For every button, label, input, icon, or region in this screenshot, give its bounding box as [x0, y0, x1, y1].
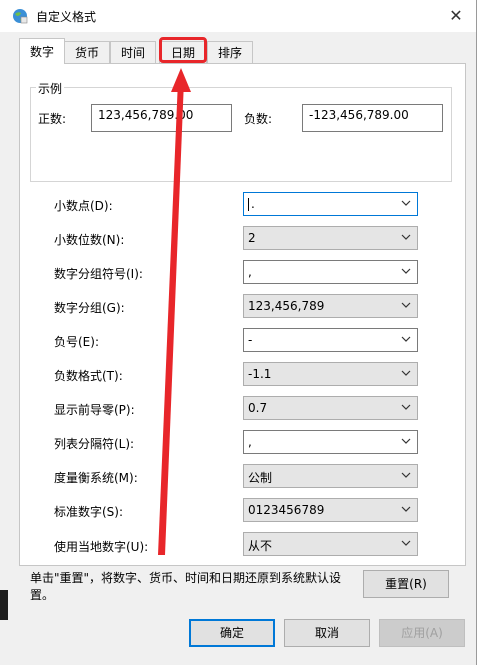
date-tab-highlight-box [159, 37, 207, 63]
tab-sort[interactable]: 排序 [207, 41, 253, 63]
window-title: 自定义格式 [36, 10, 97, 24]
leading-zero-combo[interactable]: 0.7 [243, 396, 418, 420]
tab-numbers[interactable]: 数字 [19, 38, 65, 64]
background-window-edge [0, 590, 8, 620]
negative-label: 负数: [244, 112, 273, 126]
tab-time[interactable]: 时间 [110, 41, 156, 63]
chevron-down-icon[interactable] [401, 265, 411, 277]
chevron-down-icon[interactable] [401, 435, 411, 447]
cancel-button[interactable]: 取消 [284, 619, 370, 647]
reset-description: 单击"重置"，将数字、货币、时间和日期还原到系统默认设置。 [30, 571, 342, 602]
digit-grouping-symbol-label: 数字分组符号(I): [54, 267, 143, 281]
standard-digits-label: 标准数字(S): [54, 505, 124, 519]
close-button[interactable]: ✕ [440, 2, 472, 30]
chevron-down-icon[interactable] [401, 299, 411, 311]
close-icon: ✕ [449, 6, 463, 25]
chevron-down-icon[interactable] [401, 367, 411, 379]
negative-sign-combo[interactable]: - [243, 328, 418, 352]
measurement-system-combo[interactable]: 公制 [243, 464, 418, 488]
leading-zero-label: 显示前导零(P): [54, 403, 135, 417]
decimal-digits-combo[interactable]: 2 [243, 226, 418, 250]
reset-button[interactable]: 重置(R) [363, 570, 449, 598]
native-digits-label: 使用当地数字(U): [54, 540, 149, 554]
text-caret [248, 198, 249, 211]
digit-grouping-label: 数字分组(G): [54, 301, 125, 315]
title-bar: 自定义格式 ✕ [0, 0, 476, 32]
sample-group [30, 87, 452, 182]
digit-grouping-symbol-combo[interactable]: , [243, 260, 418, 284]
chevron-down-icon[interactable] [401, 197, 411, 209]
digit-grouping-combo[interactable]: 123,456,789 [243, 294, 418, 318]
sample-group-label: 示例 [36, 80, 65, 97]
chevron-down-icon[interactable] [401, 231, 411, 243]
negative-sign-label: 负号(E): [54, 335, 99, 349]
tab-currency[interactable]: 货币 [64, 41, 110, 63]
list-separator-label: 列表分隔符(L): [54, 437, 135, 451]
negative-format-label: 负数格式(T): [54, 369, 123, 383]
region-globe-icon [13, 9, 28, 24]
negative-sample-box: -123,456,789.00 [302, 104, 443, 132]
decimal-symbol-combo[interactable]: . [243, 192, 418, 216]
apply-button[interactable]: 应用(A) [379, 619, 465, 647]
native-digits-combo[interactable]: 从不 [243, 532, 418, 556]
decimal-symbol-label: 小数点(D): [54, 199, 113, 213]
negative-format-combo[interactable]: -1.1 [243, 362, 418, 386]
chevron-down-icon[interactable] [401, 537, 411, 549]
list-separator-combo[interactable]: , [243, 430, 418, 454]
decimal-digits-label: 小数位数(N): [54, 233, 125, 247]
chevron-down-icon[interactable] [401, 503, 411, 515]
chevron-down-icon[interactable] [401, 469, 411, 481]
chevron-down-icon[interactable] [401, 401, 411, 413]
ok-button[interactable]: 确定 [189, 619, 275, 647]
standard-digits-combo[interactable]: 0123456789 [243, 498, 418, 522]
positive-label: 正数: [38, 112, 67, 126]
measurement-system-label: 度量衡系统(M): [54, 471, 138, 485]
positive-sample-box: 123,456,789.00 [91, 104, 232, 132]
chevron-down-icon[interactable] [401, 333, 411, 345]
custom-format-dialog: 自定义格式 ✕ 数字 货币 时间 日期 排序 示例 正数: 123,456,78… [0, 0, 477, 665]
